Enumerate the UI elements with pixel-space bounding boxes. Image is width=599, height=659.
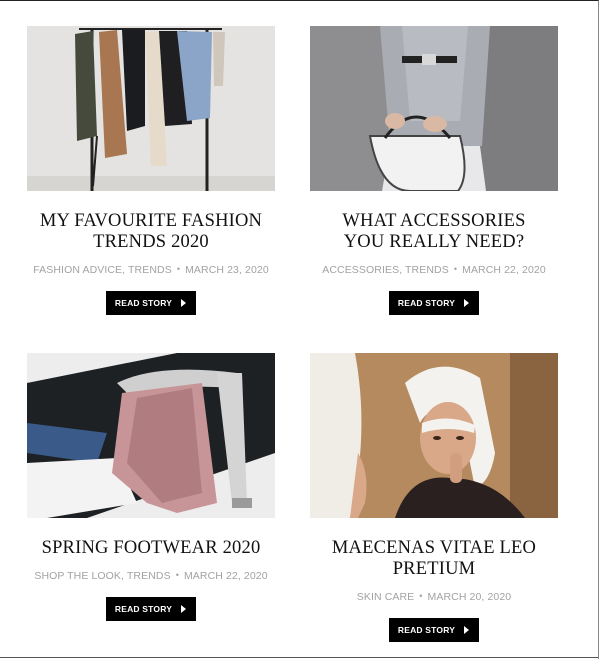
makeup-mirror-image bbox=[310, 353, 558, 518]
clothes-rack-image bbox=[27, 26, 275, 191]
post-title[interactable]: MY FAVOURITE FASHION TRENDS 2020 bbox=[37, 211, 265, 253]
post-date: MARCH 22, 2020 bbox=[462, 264, 546, 276]
category-link[interactable]: SKIN CARE bbox=[357, 591, 415, 603]
meta-dot: • bbox=[419, 591, 423, 601]
post-card: MY FAVOURITE FASHION TRENDS 2020 FASHION… bbox=[27, 26, 275, 315]
post-image-handbag[interactable] bbox=[310, 26, 558, 191]
read-story-label: READ STORY bbox=[114, 604, 173, 614]
read-story-button[interactable]: READ STORY bbox=[388, 618, 480, 642]
post-image-makeup-mirror[interactable] bbox=[310, 353, 558, 518]
play-arrow-icon bbox=[181, 299, 187, 307]
read-story-button[interactable]: READ STORY bbox=[105, 291, 197, 315]
read-story-button[interactable]: READ STORY bbox=[105, 597, 197, 621]
post-date: MARCH 20, 2020 bbox=[427, 591, 512, 603]
read-story-button[interactable]: READ STORY bbox=[388, 291, 480, 315]
post-image-clothes-rack[interactable] bbox=[27, 26, 275, 191]
post-meta: ACCESSORIES, TRENDS • MARCH 22, 2020 bbox=[310, 264, 558, 276]
meta-dot: • bbox=[453, 264, 458, 274]
post-card: MAECENAS VITAE LEO PRETIUM SKIN CARE • MAR… bbox=[310, 353, 558, 642]
post-image-feather-heel[interactable] bbox=[27, 353, 275, 518]
category-link[interactable]: TRENDS bbox=[127, 570, 171, 582]
post-title[interactable]: SPRING FOOTWEAR 2020 bbox=[37, 538, 265, 559]
category-link[interactable]: ACCESSORIES bbox=[322, 264, 399, 276]
read-story-label: READ STORY bbox=[114, 298, 173, 308]
play-arrow-icon bbox=[181, 605, 187, 613]
page-divider bbox=[0, 657, 598, 658]
category-link[interactable]: TRENDS bbox=[405, 264, 449, 276]
category-link[interactable]: TRENDS bbox=[128, 264, 172, 276]
feather-heel-image bbox=[27, 353, 275, 518]
post-title[interactable]: MAECENAS VITAE LEO PRETIUM bbox=[320, 538, 548, 580]
handbag-model-image bbox=[310, 26, 558, 191]
read-story-label: READ STORY bbox=[397, 298, 456, 308]
play-arrow-icon bbox=[464, 299, 470, 307]
post-meta: SHOP THE LOOK, TRENDS • MARCH 22, 2020 bbox=[27, 570, 275, 582]
meta-dot: • bbox=[175, 570, 179, 580]
play-arrow-icon bbox=[464, 626, 470, 634]
post-card: SPRING FOOTWEAR 2020 SHOP THE LOOK, TREN… bbox=[27, 353, 275, 621]
post-date: MARCH 23, 2020 bbox=[185, 264, 269, 276]
post-meta: SKIN CARE • MARCH 20, 2020 bbox=[310, 591, 558, 603]
meta-dot: • bbox=[176, 264, 181, 274]
category-link[interactable]: SHOP THE LOOK bbox=[34, 570, 121, 582]
read-story-label: READ STORY bbox=[397, 625, 456, 635]
category-link[interactable]: FASHION ADVICE bbox=[33, 264, 122, 276]
post-meta: FASHION ADVICE, TRENDS • MARCH 23, 2020 bbox=[27, 264, 275, 276]
post-date: MARCH 22, 2020 bbox=[183, 570, 268, 582]
post-card: WHAT ACCESSORIES YOU REALLY NEED? ACCESS… bbox=[310, 26, 558, 315]
post-title[interactable]: WHAT ACCESSORIES YOU REALLY NEED? bbox=[320, 211, 548, 253]
